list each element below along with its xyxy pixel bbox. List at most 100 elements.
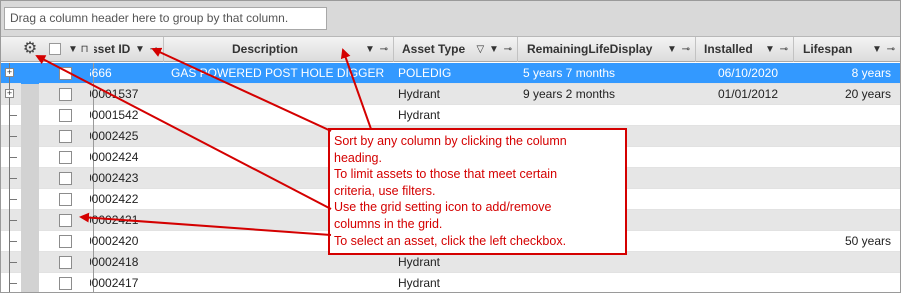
callout-line: columns in the grid. (334, 216, 443, 231)
column-header-remaining-life[interactable]: RemainingLifeDisplay ▼ ⊸ (518, 37, 696, 62)
expand-row-icon[interactable]: + (5, 89, 14, 98)
filter-icon[interactable]: ▼ ⊸ (135, 37, 159, 62)
cell-remaining-life: 9 years 2 months (523, 87, 616, 101)
row-indicator (21, 84, 39, 105)
cell-installed (698, 273, 778, 292)
cell-description (171, 84, 391, 104)
table-row[interactable]: 00002417 Hydrant (1, 273, 900, 292)
row-indicator (21, 168, 39, 189)
cell-description (171, 252, 391, 272)
row-select-checkbox[interactable] (59, 151, 72, 164)
filter-icon[interactable]: ▽ ▼ ⊸ (476, 37, 513, 62)
cell-description: GAS POWERED POST HOLE DIGGER (171, 66, 385, 80)
table-row[interactable]: +00001537 Hydrant 9 years 2 months 01/01/20… (1, 84, 900, 105)
cell-asset-id: 00002420 (90, 234, 139, 248)
filter-icon[interactable]: ▼ ⊸ (667, 37, 691, 62)
tree-tick (9, 220, 17, 221)
table-row[interactable]: 00002418 Hydrant (1, 252, 900, 273)
row-select-checkbox[interactable] (59, 109, 72, 122)
row-select-checkbox[interactable] (59, 88, 72, 101)
column-header-installed[interactable]: Installed ▼ ⊸ (696, 37, 794, 62)
cell-asset-id: 00002425 (90, 129, 139, 143)
cell-asset-id: 6666 (90, 66, 112, 80)
row-indicator (21, 126, 39, 147)
column-header-label: Asset Type (402, 42, 466, 56)
select-column-filter-icon[interactable]: ▼ ⊓ (68, 37, 88, 62)
cell-remaining-life (523, 105, 693, 125)
row-select-checkbox[interactable] (59, 193, 72, 206)
row-indicator (21, 105, 39, 126)
cell-installed (698, 105, 778, 125)
filter-icon[interactable]: ▼ ⊸ (872, 37, 896, 62)
column-header-asset-type[interactable]: Asset Type ▽ ▼ ⊸ (394, 37, 518, 62)
cell-asset-id: 00001542 (90, 108, 139, 122)
cell-installed (698, 231, 778, 251)
row-select-checkbox[interactable] (59, 256, 72, 269)
row-select-checkbox[interactable] (59, 67, 72, 80)
cell-asset-type: Hydrant (398, 276, 441, 290)
cell-asset-id: 00002423 (90, 171, 139, 185)
cell-asset-id: 00001537 (90, 87, 139, 101)
row-select-checkbox[interactable] (59, 130, 72, 143)
cell-asset-id: 00002421 (90, 213, 139, 227)
group-by-drop-area[interactable]: Drag a column header here to group by th… (4, 7, 327, 30)
callout-line: heading. (334, 150, 382, 165)
row-select-checkbox[interactable] (59, 235, 72, 248)
cell-asset-type: Hydrant (398, 87, 441, 101)
column-header-label: Description (232, 42, 299, 56)
grid-header: sset ID ▼ ⊸ Description ▼ ⊸ Asset Type ▽… (1, 37, 900, 62)
row-indicator (21, 273, 39, 292)
column-header-asset-id[interactable]: sset ID ▼ ⊸ (94, 37, 164, 62)
cell-lifespan (796, 189, 891, 209)
cell-installed: 01/01/2012 (717, 87, 778, 101)
group-by-panel: Drag a column header here to group by th… (1, 1, 900, 37)
expand-row-icon[interactable]: + (5, 68, 14, 77)
cell-lifespan (796, 168, 891, 188)
filter-icon[interactable]: ▼ ⊸ (365, 37, 389, 62)
callout-line: To limit assets to those that meet certa… (334, 167, 558, 182)
cell-lifespan (796, 126, 891, 146)
cell-remaining-life (523, 273, 693, 292)
row-select-checkbox[interactable] (59, 172, 72, 185)
asset-grid-window: Drag a column header here to group by th… (0, 0, 901, 293)
table-row[interactable]: 00001542 Hydrant (1, 105, 900, 126)
row-indicator (21, 210, 39, 231)
tree-tick (9, 136, 17, 137)
callout-line: Sort by any column by clicking the colum… (334, 134, 567, 148)
table-row[interactable]: +6666 GAS POWERED POST HOLE DIGGER POLEDIG… (1, 63, 900, 84)
tree-tick (9, 115, 17, 116)
column-header-label: Installed (704, 42, 753, 56)
cell-lifespan: 8 years (851, 66, 891, 80)
column-header-lifespan[interactable]: Lifespan ▼ ⊸ (794, 37, 900, 62)
cell-lifespan (796, 273, 891, 292)
filter-icon[interactable]: ▼ ⊸ (765, 37, 789, 62)
cell-asset-id: 00002422 (90, 192, 139, 206)
callout-line: Use the grid setting icon to add/remove (334, 200, 552, 215)
cell-installed (698, 252, 778, 272)
cell-asset-id: 00002418 (90, 255, 139, 269)
row-select-checkbox[interactable] (59, 214, 72, 227)
cell-lifespan (796, 210, 891, 230)
column-header-description[interactable]: Description ▼ ⊸ (164, 37, 394, 62)
cell-remaining-life (523, 252, 693, 272)
row-select-checkbox[interactable] (59, 277, 72, 290)
cell-lifespan (796, 147, 891, 167)
callout-line: To select an asset, click the left check… (334, 233, 567, 248)
cell-installed (698, 126, 778, 146)
row-indicator (21, 63, 39, 84)
cell-description (171, 105, 391, 125)
select-all-checkbox[interactable] (49, 43, 61, 55)
column-header-label: Lifespan (803, 42, 853, 56)
tree-tick (9, 178, 17, 179)
grid-settings-gear-icon[interactable]: ⚙ (21, 40, 39, 58)
cell-remaining-life: 5 years 7 months (523, 66, 616, 80)
cell-installed (698, 168, 778, 188)
column-header-label: sset ID (94, 42, 131, 56)
cell-description (171, 273, 391, 292)
tree-tick (9, 199, 17, 200)
column-header-label: RemainingLifeDisplay (527, 42, 653, 56)
cell-installed (698, 147, 778, 167)
row-indicator (21, 231, 39, 252)
help-callout: Sort by any column by clicking the colum… (328, 128, 627, 255)
cell-lifespan: 50 years (844, 234, 891, 248)
